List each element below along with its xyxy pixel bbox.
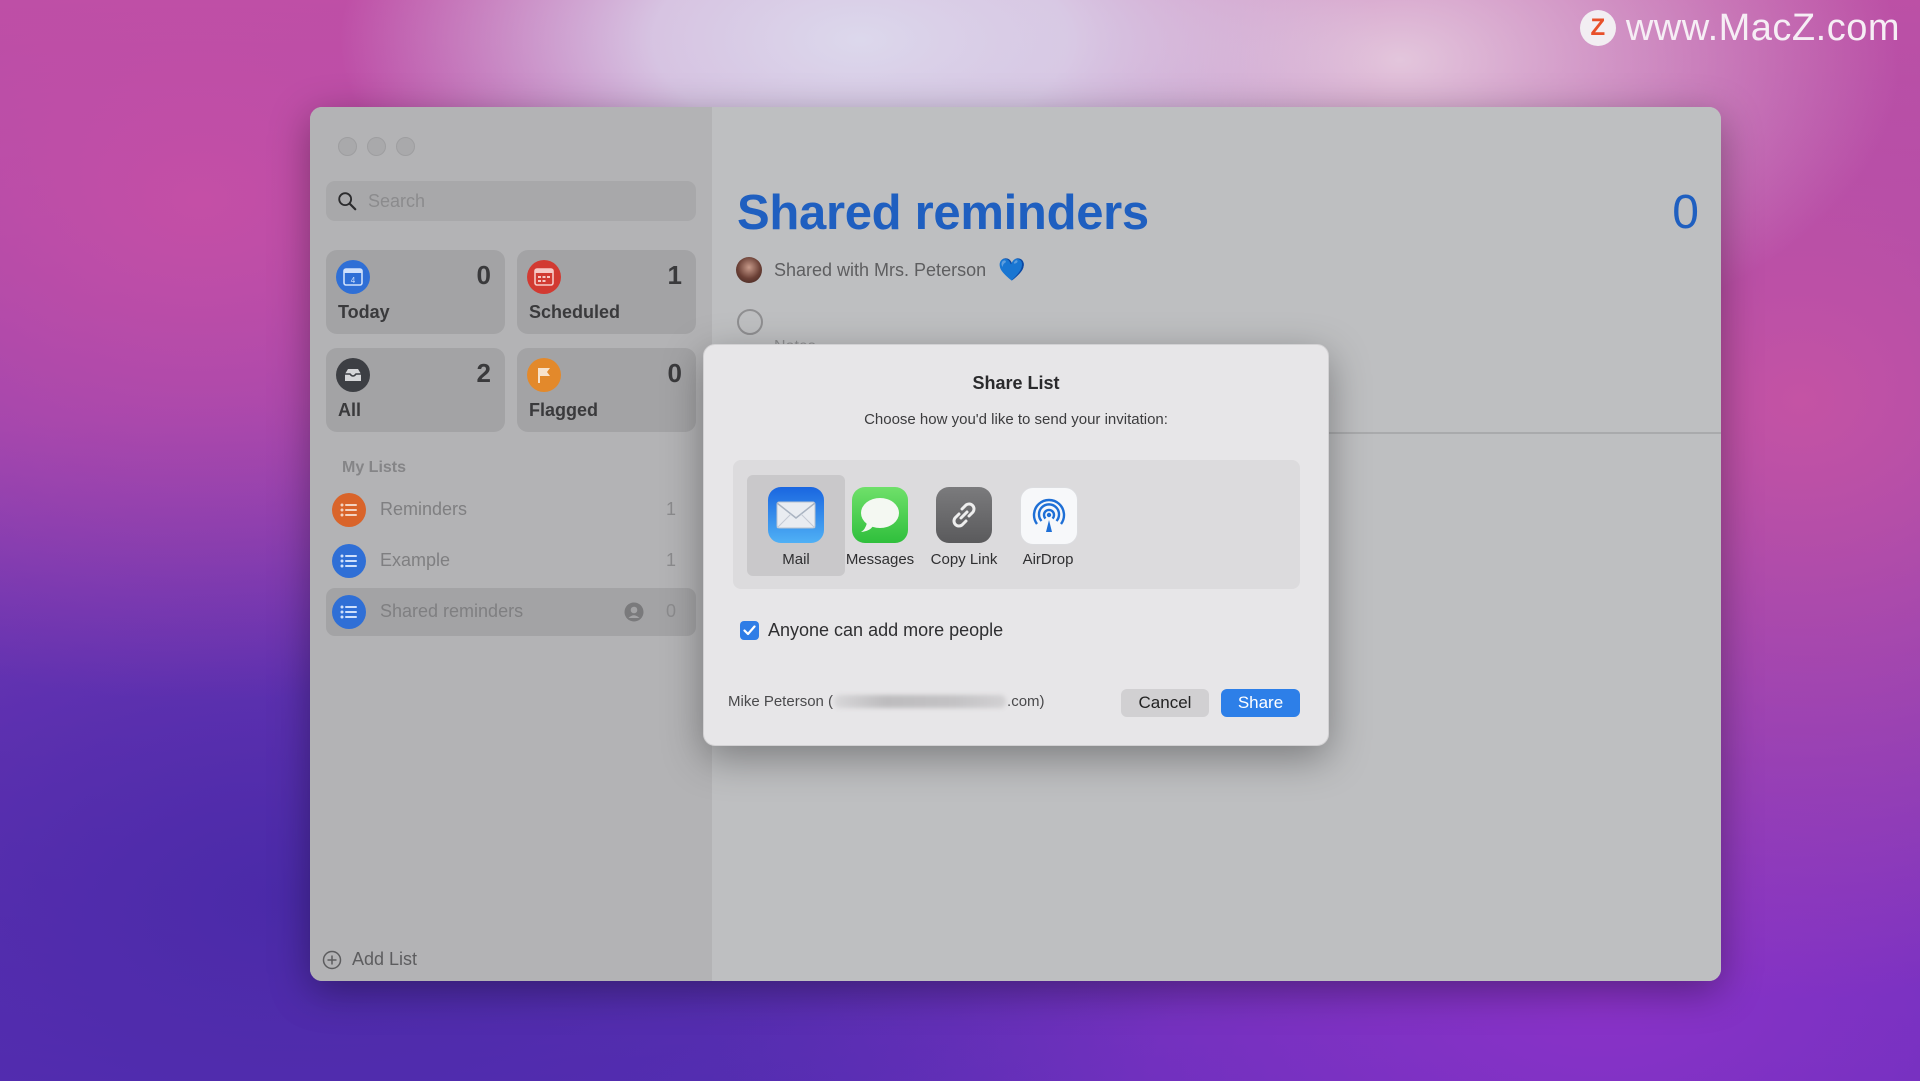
add-list-label: Add List [352,949,418,969]
list-label: Reminders [380,499,468,519]
blue-heart-icon: 💙 [998,257,1026,282]
list-item-example[interactable]: Example 1 [326,537,696,585]
shared-with-row[interactable]: Shared with Mrs. Peterson 💙 [736,257,1026,283]
smart-list-today[interactable]: 4 0 Today [326,250,505,334]
watermark-text: www.MacZ.com [1625,6,1900,49]
scheduled-label: Scheduled [529,302,621,322]
share-options-panel: Mail Messages Copy Link AirDrop [733,460,1300,589]
list-bullet-icon [332,595,366,629]
avatar [736,257,762,283]
close-window-button[interactable] [338,137,357,156]
add-list-button[interactable]: Add List [322,949,417,970]
list-label: Shared reminders [380,601,524,621]
airdrop-icon [1020,487,1078,545]
list-count: 1 [665,499,676,519]
search-icon [338,192,357,211]
all-label: All [338,400,362,420]
smart-list-flagged[interactable]: 0 Flagged [517,348,696,432]
share-list-dialog: Share List Choose how you'd like to send… [703,344,1329,746]
svg-text:4: 4 [351,276,356,285]
list-bullet-icon [332,493,366,527]
macz-logo-icon: Z [1579,10,1616,46]
dialog-subtitle: Choose how you'd like to send your invit… [864,411,1168,428]
messages-icon [852,487,908,543]
calendar-today-icon: 4 [336,260,370,294]
sidebar: 4 0 Today 1 Scheduled 2 All 0 Flagged [310,107,713,981]
owner-email-suffix: .com) [1007,693,1045,710]
search-field[interactable] [326,181,696,221]
list-total-count: 0 [1672,186,1699,239]
redacted-email [834,695,1007,708]
tray-icon [336,358,370,392]
shared-with-text: Shared with Mrs. Peterson [774,259,987,280]
today-label: Today [338,302,390,322]
anyone-can-add-label[interactable]: Anyone can add more people [768,620,1003,641]
watermark: Z www.MacZ.com [1579,6,1900,50]
reminder-complete-checkbox[interactable] [737,309,763,335]
list-label: Example [380,550,451,570]
today-count: 0 [476,260,491,290]
list-bullet-icon [332,544,366,578]
flag-icon [527,358,561,392]
link-icon [936,487,992,543]
minimize-window-button[interactable] [367,137,386,156]
scheduled-count: 1 [667,260,682,290]
mail-icon [768,487,824,543]
shared-person-icon [624,602,644,622]
calendar-scheduled-icon [527,260,561,294]
checkmark-icon [743,625,756,636]
search-input[interactable] [366,189,670,213]
share-option-airdrop[interactable]: AirDrop [999,475,1097,576]
plus-circle-icon [322,950,342,969]
cancel-button[interactable]: Cancel [1121,689,1209,717]
smart-list-all[interactable]: 2 All [326,348,505,432]
list-count: 0 [665,601,676,621]
dialog-title: Share List [972,373,1060,393]
flagged-label: Flagged [529,400,599,420]
list-item-shared-reminders[interactable]: Shared reminders 0 [326,588,696,636]
share-button[interactable]: Share [1221,689,1300,717]
my-lists-heading: My Lists [342,459,407,476]
option-label: AirDrop [1022,551,1074,568]
list-title: Shared reminders [737,186,1149,240]
owner-account: Mike Peterson ( .com) [728,693,1045,710]
anyone-can-add-checkbox[interactable] [740,621,759,640]
zoom-window-button[interactable] [396,137,415,156]
flagged-count: 0 [667,358,682,388]
owner-name: Mike Peterson ( [728,693,834,710]
smart-list-scheduled[interactable]: 1 Scheduled [517,250,696,334]
list-item-reminders[interactable]: Reminders 1 [326,486,696,534]
all-count: 2 [476,358,491,388]
list-count: 1 [665,550,676,570]
